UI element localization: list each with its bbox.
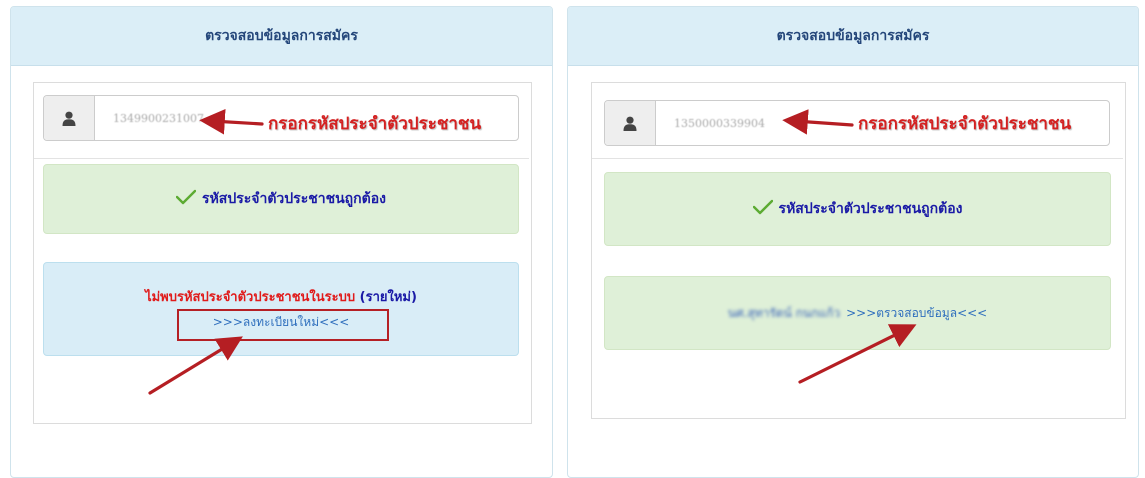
right-valid-message: รหัสประจำตัวประชาชนถูกต้อง xyxy=(778,201,963,217)
check-icon xyxy=(175,189,197,209)
notfound-new-tag: (รายใหม่) xyxy=(359,290,417,305)
check-data-link[interactable]: >>>ตรวจสอบข้อมูล<<< xyxy=(846,304,987,323)
left-annotation: กรอกรหัสประจำตัวประชาชน xyxy=(268,114,482,134)
user-icon xyxy=(44,96,95,140)
right-panel-title: ตรวจสอบข้อมูลการสมัคร xyxy=(568,7,1138,66)
person-name: นศ.สุทารัตน์ กนกแก้ว xyxy=(727,305,841,320)
notfound-message: ไม่พบรหัสประจำตัวประชาชนในระบบ xyxy=(145,290,356,305)
left-valid-alert: รหัสประจำตัวประชาชนถูกต้อง xyxy=(43,164,519,234)
right-found-alert: นศ.สุทารัตน์ กนกแก้ว >>>ตรวจสอบข้อมูล<<< xyxy=(604,276,1111,350)
register-link-highlight xyxy=(177,309,389,341)
left-valid-message: รหัสประจำตัวประชาชนถูกต้อง xyxy=(202,191,386,207)
right-annotation: กรอกรหัสประจำตัวประชาชน xyxy=(858,114,1072,134)
right-valid-alert: รหัสประจำตัวประชาชนถูกต้อง xyxy=(604,172,1111,246)
user-icon xyxy=(605,101,656,145)
left-divider xyxy=(34,158,529,159)
left-panel-title: ตรวจสอบข้อมูลการสมัคร xyxy=(11,7,552,66)
check-icon xyxy=(752,199,773,219)
right-divider xyxy=(592,158,1123,159)
